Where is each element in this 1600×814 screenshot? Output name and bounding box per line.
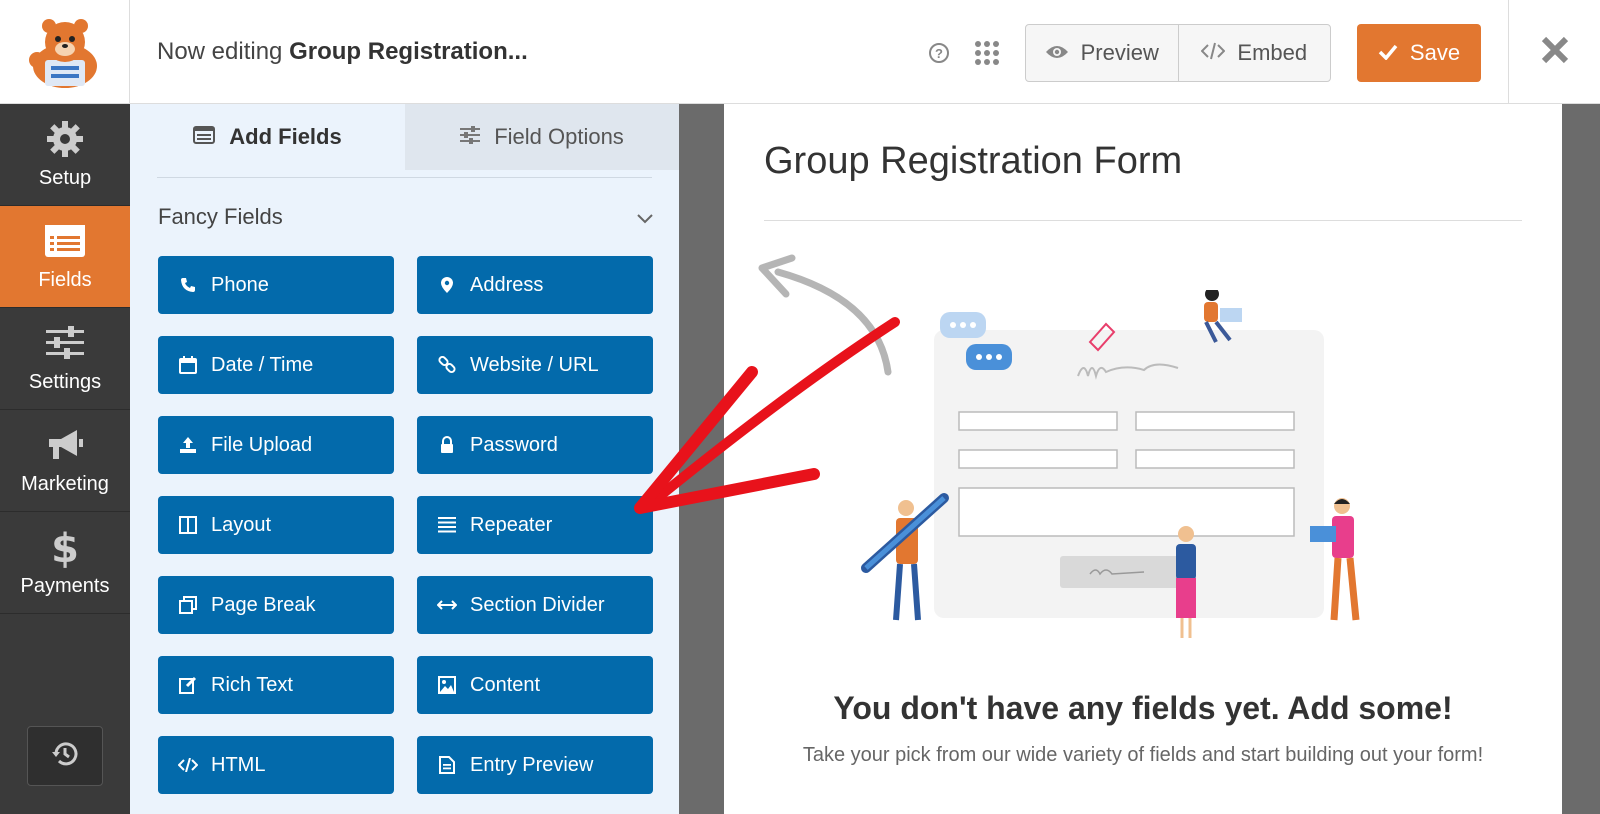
lock-icon [437, 435, 457, 455]
fancy-fields-grid: Phone Address Date / Time Website / URL … [158, 256, 653, 794]
close-icon [1541, 36, 1569, 69]
field-button-address[interactable]: Address [417, 256, 653, 314]
close-builder-button[interactable] [1508, 0, 1600, 104]
help-icon[interactable]: ? [928, 42, 950, 64]
preview-button[interactable]: Preview [1026, 25, 1178, 81]
page-title: Now editing Group Registration... [157, 38, 528, 65]
field-button-html[interactable]: HTML [158, 736, 394, 794]
field-button-entry-preview[interactable]: Entry Preview [417, 736, 653, 794]
field-button-website-url[interactable]: Website / URL [417, 336, 653, 394]
field-button-rich-text[interactable]: Rich Text [158, 656, 394, 714]
code-icon [178, 755, 198, 775]
empty-state-subtitle: Take your pick from our wide variety of … [802, 744, 1484, 766]
divider [157, 177, 652, 178]
field-button-section-divider[interactable]: Section Divider [417, 576, 653, 634]
sidebar-item-setup[interactable]: Setup [0, 104, 130, 206]
preview-embed-group: Preview Embed [1025, 24, 1331, 82]
megaphone-icon [43, 425, 87, 465]
field-button-date-time[interactable]: Date / Time [158, 336, 394, 394]
dollar-icon: $ [43, 526, 87, 568]
image-icon [437, 675, 457, 695]
sidebar-item-fields[interactable]: Fields [0, 206, 130, 308]
form-title[interactable]: Group Registration Form [764, 140, 1182, 183]
fields-panel: Add Fields Field Options Fancy Fields Ph… [130, 104, 679, 814]
edit-icon [178, 675, 198, 695]
top-bar: Now editing Group Registration... ? Prev… [0, 0, 1600, 104]
sidebar-item-settings[interactable]: Settings [0, 308, 130, 410]
arrows-h-icon [437, 595, 457, 615]
chevron-down-icon [637, 204, 653, 230]
sliders-icon [460, 124, 481, 150]
file-text-icon [437, 755, 457, 775]
field-button-password[interactable]: Password [417, 416, 653, 474]
columns-icon [178, 515, 198, 535]
field-button-page-break[interactable]: Page Break [158, 576, 394, 634]
phone-icon [178, 275, 198, 295]
fancy-fields-section-toggle[interactable]: Fancy Fields [158, 204, 653, 230]
svg-text:?: ? [935, 46, 943, 61]
upload-icon [178, 435, 198, 455]
field-button-layout[interactable]: Layout [158, 496, 394, 554]
empty-state-title: You don't have any fields yet. Add some! [833, 690, 1453, 726]
map-pin-icon [437, 275, 457, 295]
check-icon [1378, 40, 1398, 66]
copy-icon [178, 595, 198, 615]
panel-tabs: Add Fields Field Options [130, 104, 679, 170]
sidebar-item-marketing[interactable]: Marketing [0, 410, 130, 512]
tab-add-fields[interactable]: Add Fields [130, 104, 405, 170]
left-sidebar: Setup Fields Settings Marketing $ Paymen… [0, 104, 130, 814]
svg-text:$: $ [51, 526, 79, 568]
gear-icon [43, 119, 87, 159]
field-button-phone[interactable]: Phone [158, 256, 394, 314]
apps-grid-icon[interactable] [974, 40, 1000, 66]
sidebar-item-payments[interactable]: $ Payments [0, 512, 130, 614]
tab-field-options[interactable]: Field Options [405, 104, 679, 170]
list-icon [437, 515, 457, 535]
sliders-icon [43, 323, 87, 363]
section-title: Fancy Fields [158, 204, 283, 229]
link-icon [437, 355, 457, 375]
field-button-repeater[interactable]: Repeater [417, 496, 653, 554]
eye-icon [1045, 40, 1069, 66]
history-icon [50, 739, 80, 774]
fields-list-icon [43, 221, 87, 261]
revisions-button[interactable] [27, 726, 103, 786]
field-button-content[interactable]: Content [417, 656, 653, 714]
code-icon [1200, 40, 1226, 66]
calendar-icon [178, 355, 198, 375]
divider [764, 220, 1522, 221]
embed-button[interactable]: Embed [1177, 25, 1331, 81]
list-box-icon [193, 124, 216, 150]
save-button[interactable]: Save [1357, 24, 1481, 82]
field-button-file-upload[interactable]: File Upload [158, 416, 394, 474]
form-preview: Group Registration Form You don't have a… [724, 104, 1562, 814]
empty-state-illustration [861, 290, 1360, 638]
wpforms-logo [0, 0, 130, 104]
